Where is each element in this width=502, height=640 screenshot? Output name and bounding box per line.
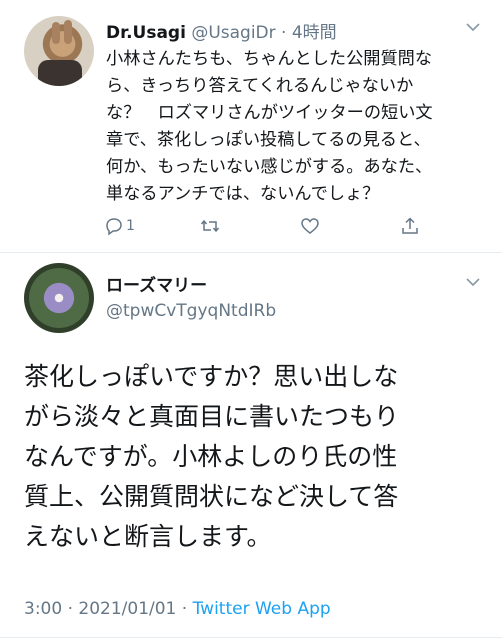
reply-icon — [106, 218, 122, 236]
avatar-ear-left — [52, 22, 60, 44]
tweet-text-line: 単なるアンチでは、ないんでしょ？ — [106, 184, 380, 204]
handle[interactable]: @tpwCvTgyqNtdIRb — [106, 301, 276, 321]
tweet-text-line: ら、きっちり答えてくれるんじゃないか — [106, 76, 414, 96]
tweet-text-line: 何か、もったいない感じがする。あなた、 — [106, 157, 433, 177]
tweet-text-line: な？ ロズマリさんがツイッターの短い文 — [106, 103, 433, 123]
chevron-down-icon[interactable] — [466, 22, 480, 32]
chevron-down-icon[interactable] — [466, 277, 480, 287]
tweet-text-line: がら淡々と真面目に書いたつもり — [24, 402, 400, 431]
avatar-ear-right — [64, 20, 72, 44]
tweet-text-line: 小林さんたちも、ちゃんとした公開質問な — [106, 49, 433, 69]
tweet-text-line: 茶化しっぽいですか？思い出しな — [24, 362, 399, 391]
tweet-text: 小林さんたちも、ちゃんとした公開質問な ら、きっちり答えてくれるんじゃないか な… — [106, 46, 490, 208]
reply-button[interactable]: 1 — [104, 214, 135, 238]
like-button[interactable] — [300, 214, 320, 238]
tweet-meta: 3:00 · 2021/01/01 · Twitter Web App — [24, 599, 331, 619]
share-button[interactable] — [400, 214, 420, 238]
tweet-text-line: 章で、茶化しっぽい投稿してるの見ると、 — [106, 130, 431, 150]
timestamp[interactable]: 3:00 · 2021/01/01 · — [24, 599, 193, 619]
focused-tweet: ローズマリー @tpwCvTgyqNtdIRb 茶化しっぽいですか？思い出しな … — [0, 253, 502, 640]
reply-count: 1 — [126, 218, 135, 234]
source-app-link[interactable]: Twitter Web App — [193, 599, 331, 619]
like-icon — [301, 218, 319, 234]
avatar[interactable] — [24, 16, 94, 86]
avatar[interactable] — [24, 263, 94, 333]
tweet-text: 茶化しっぽいですか？思い出しな がら淡々と真面目に書いたつもり なんですが。小林… — [24, 357, 494, 557]
handle-and-time[interactable]: @UsagiDr · 4時間 — [191, 23, 336, 43]
avatar-body — [38, 60, 82, 86]
retweet-icon — [200, 219, 220, 233]
action-bar: 1 — [104, 214, 424, 238]
share-icon — [402, 217, 418, 234]
display-name[interactable]: Dr.Usagi — [106, 23, 186, 43]
reply-tweet[interactable]: Dr.Usagi @UsagiDr · 4時間 小林さんたちも、ちゃんとした公開… — [0, 0, 502, 252]
retweet-button[interactable] — [200, 214, 220, 238]
tweet-text-line: 質上、公開質問状になど決して答 — [24, 482, 399, 511]
divider — [0, 637, 502, 638]
author-row: Dr.Usagi @UsagiDr · 4時間 — [106, 18, 337, 43]
tweet-text-line: えないと断言します。 — [24, 522, 272, 551]
display-name[interactable]: ローズマリー — [106, 271, 207, 296]
tweet-text-line: なんですが。小林よしのり氏の性 — [24, 442, 398, 471]
